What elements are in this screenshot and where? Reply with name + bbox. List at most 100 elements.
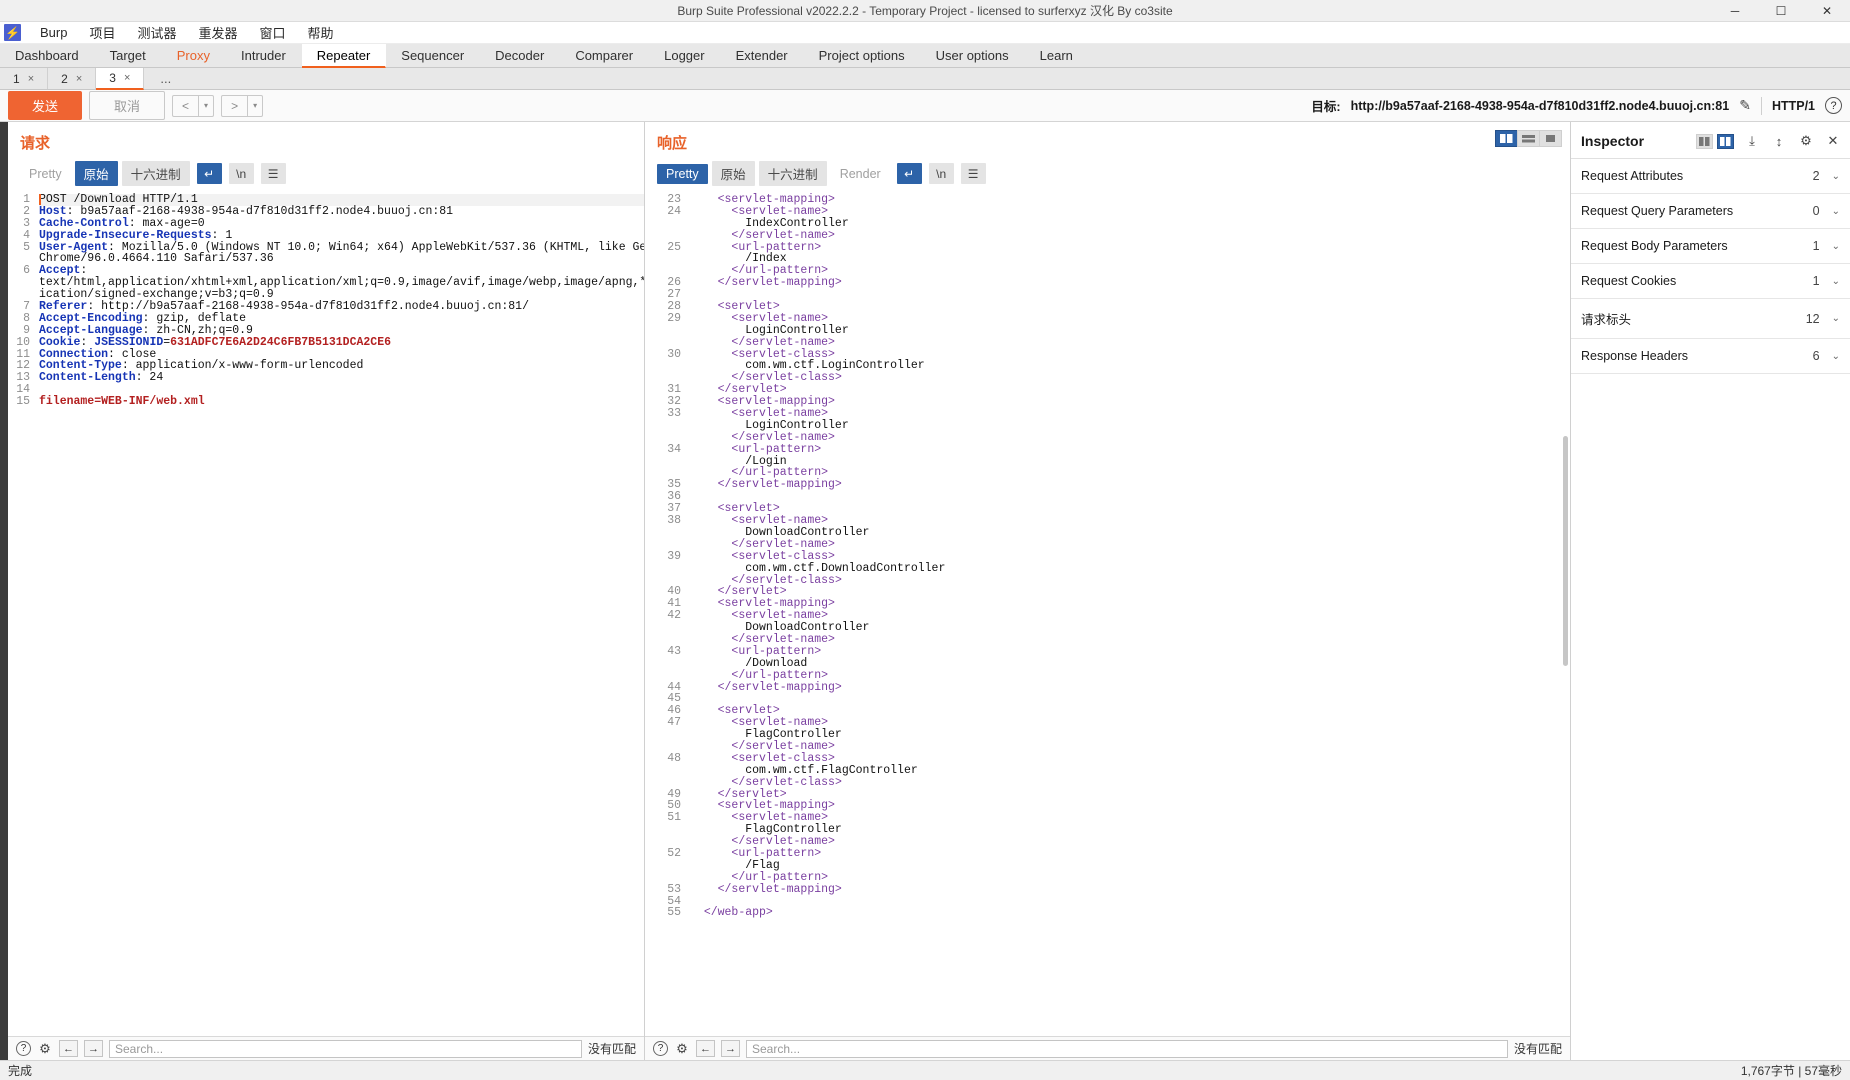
request-search-help-icon[interactable]: ?: [16, 1041, 31, 1056]
tab-dashboard[interactable]: Dashboard: [0, 44, 95, 67]
chevron-down-icon[interactable]: ⌄: [1832, 276, 1840, 287]
response-editor[interactable]: 23 24 25 26 27 28 29 30 31 32 33 34 35 36 37 38 39 40 41 42…: [645, 191, 1570, 1036]
request-search-gear-icon[interactable]: ⚙: [37, 1041, 53, 1057]
response-search-result: 没有匹配: [1513, 1042, 1562, 1056]
response-search-next-button[interactable]: →: [721, 1040, 740, 1057]
gear-icon[interactable]: ⚙: [1797, 132, 1815, 150]
history-back-button[interactable]: < ▾: [172, 94, 215, 117]
request-newline-icon[interactable]: \n: [228, 163, 254, 184]
response-newline-icon[interactable]: \n: [928, 163, 954, 184]
close-icon[interactable]: ×: [28, 73, 34, 85]
request-format-原始[interactable]: 原始: [74, 161, 118, 186]
inspector-section-count: 12: [1805, 311, 1820, 326]
line-number: [645, 337, 681, 349]
menu-item-project[interactable]: 项目: [78, 21, 126, 44]
menu-item-window[interactable]: 窗口: [249, 21, 297, 44]
request-search-input[interactable]: [109, 1039, 582, 1058]
single-pane-icon[interactable]: [1539, 130, 1562, 147]
status-bar: 完成 1,767字节 | 57毫秒: [0, 1060, 1850, 1080]
tab-target[interactable]: Target: [95, 44, 162, 67]
tab-extender[interactable]: Extender: [721, 44, 804, 67]
code-line: </servlet-class>: [690, 574, 1570, 587]
history-back-dropdown-icon[interactable]: ▾: [198, 95, 213, 116]
response-format-原始[interactable]: 原始: [711, 161, 755, 186]
response-search-gear-icon[interactable]: ⚙: [674, 1041, 690, 1057]
request-format-十六进制[interactable]: 十六进制: [121, 161, 190, 186]
history-forward-dropdown-icon[interactable]: ▾: [247, 95, 262, 116]
request-search-next-button[interactable]: →: [84, 1040, 103, 1057]
inspector-section-2[interactable]: Request Body Parameters 1 ⌄: [1571, 229, 1850, 264]
request-wrap-lines-icon[interactable]: ↵: [196, 163, 222, 184]
request-search-prev-button[interactable]: ←: [59, 1040, 78, 1057]
line-number: 9: [23, 323, 30, 337]
repeater-tab-1[interactable]: 1 ×: [0, 68, 49, 89]
maximize-button[interactable]: ☐: [1758, 0, 1804, 21]
response-code[interactable]: <servlet-mapping> <servlet-name> IndexCo…: [685, 191, 1570, 1036]
send-button[interactable]: 发送: [8, 91, 83, 120]
repeater-tab-more[interactable]: ...: [144, 68, 187, 89]
tab-sequencer[interactable]: Sequencer: [386, 44, 480, 67]
edit-target-icon[interactable]: ✎: [1739, 97, 1751, 114]
inspector-panel: Inspector ⤓ ↕ ⚙ ✕ Request Attributes 2 ⌄ Re…: [1570, 122, 1850, 1060]
inspector-section-1[interactable]: Request Query Parameters 0 ⌄: [1571, 194, 1850, 229]
code-line: </servlet-mapping>: [690, 479, 1570, 491]
response-header-row: 响应: [645, 122, 1570, 159]
collapse-all-icon[interactable]: ⤓: [1743, 132, 1761, 150]
tab-repeater[interactable]: Repeater: [301, 44, 387, 68]
request-menu-icon[interactable]: ☰: [260, 163, 286, 184]
response-wrap-lines-icon[interactable]: ↵: [896, 163, 922, 184]
split-vertical-icon[interactable]: [1495, 130, 1518, 147]
tab-decoder[interactable]: Decoder: [480, 44, 560, 67]
expand-all-icon[interactable]: ↕: [1770, 132, 1788, 150]
inspector-section-4[interactable]: 请求标头 12 ⌄: [1571, 299, 1850, 339]
chevron-down-icon[interactable]: ⌄: [1832, 171, 1840, 182]
http-version-label[interactable]: HTTP/1: [1772, 99, 1815, 113]
tab-project-options[interactable]: Project options: [804, 44, 921, 67]
tab-comparer[interactable]: Comparer: [560, 44, 649, 67]
chevron-down-icon[interactable]: ⌄: [1832, 351, 1840, 362]
chevron-down-icon[interactable]: ⌄: [1832, 241, 1840, 252]
close-icon[interactable]: ✕: [1824, 132, 1842, 150]
menu-item-intruder[interactable]: 测试器: [126, 21, 187, 44]
history-forward-button[interactable]: > ▾: [221, 94, 264, 117]
token-red: 631ADFC7E6A2D24C6FB7B5131DCA2CE6: [170, 335, 391, 349]
help-icon[interactable]: ?: [1825, 97, 1842, 114]
tab-logger[interactable]: Logger: [649, 44, 720, 67]
request-format-pretty[interactable]: Pretty: [20, 164, 71, 184]
response-search-help-icon[interactable]: ?: [653, 1041, 668, 1056]
tab-intruder[interactable]: Intruder: [226, 44, 302, 67]
chevron-down-icon[interactable]: ⌄: [1832, 313, 1840, 324]
inspector-section-0[interactable]: Request Attributes 2 ⌄: [1571, 159, 1850, 194]
inspector-section-count: 0: [1812, 204, 1820, 218]
response-search-input[interactable]: [746, 1039, 1508, 1058]
minimize-button[interactable]: ─: [1712, 0, 1758, 21]
menu-item-help[interactable]: 帮助: [297, 21, 345, 44]
response-search-prev-button[interactable]: ←: [696, 1040, 715, 1057]
inspector-split-icon[interactable]: [1696, 133, 1713, 149]
inspector-panel-icon[interactable]: [1717, 133, 1734, 149]
tab-proxy[interactable]: Proxy: [162, 44, 226, 67]
tab-learn[interactable]: Learn: [1025, 44, 1089, 67]
request-editor[interactable]: 1 2 3 4 5 6 7 8 9 10 11 12 13 14 15 POST /Download HTT…: [8, 191, 644, 1036]
request-code[interactable]: POST /Download HTTP/1.1 Host: b9a57aaf-21…: [34, 191, 644, 1036]
cancel-button[interactable]: 取消: [89, 91, 166, 120]
close-icon[interactable]: ×: [76, 73, 82, 85]
inspector-section-5[interactable]: Response Headers 6 ⌄: [1571, 339, 1850, 374]
chevron-down-icon[interactable]: ⌄: [1832, 206, 1840, 217]
menu-item-burp[interactable]: Burp: [29, 23, 78, 42]
close-icon[interactable]: ×: [124, 72, 130, 84]
repeater-tab-3[interactable]: 3 ×: [96, 68, 145, 90]
repeater-tab-2[interactable]: 2 ×: [48, 68, 97, 89]
close-button[interactable]: ✕: [1804, 0, 1850, 21]
inspector-section-3[interactable]: Request Cookies 1 ⌄: [1571, 264, 1850, 299]
response-format-pretty[interactable]: Pretty: [657, 163, 708, 184]
response-menu-icon[interactable]: ☰: [960, 163, 986, 184]
view-mode-toggles: [1495, 122, 1570, 147]
split-horizontal-icon[interactable]: [1517, 130, 1540, 147]
token-plain: : 24: [135, 371, 164, 385]
tab-user-options[interactable]: User options: [921, 44, 1025, 67]
response-format-十六进制[interactable]: 十六进制: [758, 161, 827, 186]
response-format-render[interactable]: Render: [831, 164, 890, 184]
menu-item-repeater[interactable]: 重发器: [188, 21, 249, 44]
response-scrollbar[interactable]: [1563, 436, 1568, 666]
